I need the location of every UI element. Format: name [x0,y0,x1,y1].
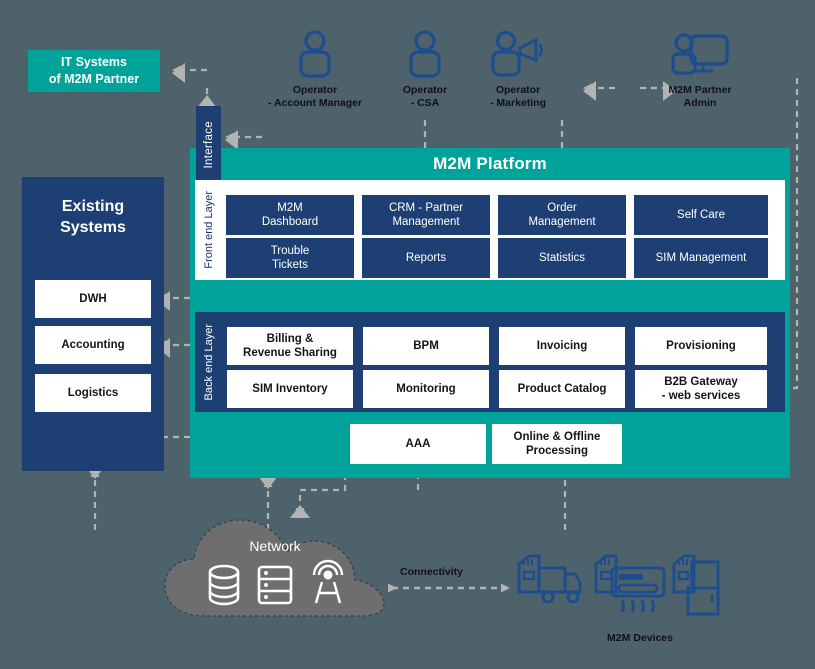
actor-label-line1: M2M Partner [668,84,732,96]
tile-sim-inventory[interactable]: SIM Inventory [226,369,354,409]
device-truck[interactable] [515,550,585,610]
tile-online-offline-processing[interactable]: Online & Offline Processing [492,424,622,464]
operator-marketing-icon [491,30,543,77]
back-end-layer-label: Back end Layer [203,323,215,401]
actor-label-line1: Operator [495,84,541,96]
actor-label-line2: - Marketing [489,97,546,110]
tile-statistics[interactable]: Statistics [498,238,626,278]
actor-label-line1: Operator [292,84,338,96]
connectivity-label: Connectivity [400,566,464,578]
it-systems-line2: of M2M Partner [48,72,140,86]
tile-m2m-dashboard[interactable]: M2M Dashboard [226,195,354,235]
actor-operator-account-manager[interactable]: Operator - Account Manager [265,28,365,110]
tile-billing-revenue-sharing[interactable]: Billing & Revenue Sharing [226,326,354,366]
air-conditioner-sim-icon [594,554,666,613]
database-icon [208,564,240,606]
network-cloud[interactable]: Network [160,512,390,624]
platform-title: M2M Platform [433,154,547,173]
it-systems-of-m2m-partner-box[interactable]: IT Systems of M2M Partner [28,50,160,92]
tile-order-management[interactable]: Order Management [498,195,626,235]
diagram-canvas: IT Systems of M2M Partner Operator - Acc… [0,0,815,669]
truck-sim-icon [517,554,582,604]
partner-admin-monitor-icon [671,33,729,75]
tile-aaa[interactable]: AAA [350,424,486,464]
tile-product-catalog[interactable]: Product Catalog [498,369,626,409]
tile-provisioning[interactable]: Provisioning [634,326,768,366]
radio-tower-icon [312,559,344,604]
tile-reports[interactable]: Reports [362,238,490,278]
actor-label-line2: - Account Manager [267,97,363,110]
front-end-layer-label: Front end Layer [203,191,215,269]
operator-person-icon [299,30,331,78]
actor-label-line2: - CSA [410,97,440,110]
m2m-devices-caption: M2M Devices [607,632,673,644]
existing-system-dwh[interactable]: DWH [35,280,151,318]
existing-systems-panel: Existing Systems [22,177,164,471]
existing-systems-title: Existing Systems [60,198,126,236]
tile-monitoring[interactable]: Monitoring [362,369,490,409]
interface-bar[interactable]: Interface [196,106,221,184]
appliance-sim-icon [672,554,720,616]
tile-b2b-gateway-web-services[interactable]: B2B Gateway - web services [634,369,768,409]
actor-label-line2: Admin [683,97,717,110]
operator-person-icon [409,30,441,78]
existing-system-accounting[interactable]: Accounting [35,326,151,364]
tile-trouble-tickets[interactable]: Trouble Tickets [226,238,354,278]
network-label: Network [249,538,301,554]
tile-invoicing[interactable]: Invoicing [498,326,626,366]
actor-m2m-partner-admin[interactable]: M2M Partner Admin [650,28,750,110]
tile-bpm[interactable]: BPM [362,326,490,366]
actor-operator-marketing[interactable]: Operator - Marketing [468,28,568,110]
actor-operator-csa[interactable]: Operator - CSA [375,28,475,110]
it-systems-line1: IT Systems [60,55,127,70]
server-rack-icon [257,565,293,605]
tile-self-care[interactable]: Self Care [634,195,768,235]
actor-label-line1: Operator [402,84,448,96]
device-air-conditioner[interactable] [592,550,668,626]
interface-label: Interface [202,121,215,169]
device-appliance[interactable] [670,550,730,618]
tile-sim-management[interactable]: SIM Management [634,238,768,278]
existing-system-logistics[interactable]: Logistics [35,374,151,412]
tile-crm-partner-management[interactable]: CRM - Partner Management [362,195,490,235]
